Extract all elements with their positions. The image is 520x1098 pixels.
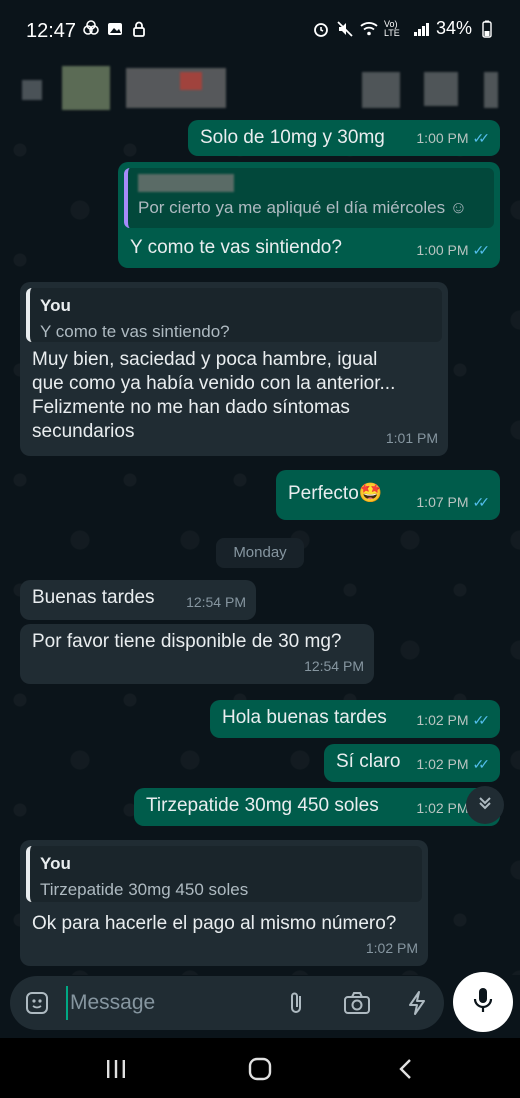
status-time: 12:47 (26, 20, 77, 42)
read-receipt-icon: ✓✓ (472, 494, 491, 510)
read-receipt-icon: ✓✓ (472, 242, 491, 258)
message-bubble-outgoing[interactable]: Tirzepatide 30mg 450 soles 1:02 PM✓✓ (134, 788, 500, 826)
message-time: 12:54 PM (304, 658, 364, 674)
quoted-sender: You (40, 296, 71, 315)
message-time: 1:02 PM (416, 712, 469, 728)
message-bubble-incoming[interactable]: You Y como te vas sintiendo? Muy bien, s… (20, 282, 448, 456)
quoted-text: Y como te vas sintiendo? (40, 322, 230, 341)
battery-icon (478, 20, 496, 38)
obscured-voice-call[interactable] (424, 72, 458, 106)
message-time: 1:07 PM (416, 494, 469, 510)
message-text: Perfecto (288, 483, 359, 504)
star-struck-emoji-icon: 🤩 (358, 483, 383, 504)
lightning-icon[interactable] (402, 988, 432, 1018)
mic-button[interactable] (453, 972, 513, 1032)
system-navigation-bar (0, 1038, 520, 1098)
message-time: 1:02 PM (416, 756, 469, 772)
network-label: Vo) LTE (383, 18, 400, 38)
signal-icon (412, 20, 430, 38)
alarm-icon (312, 20, 330, 38)
message-time: 12:54 PM (186, 594, 246, 610)
quoted-message[interactable]: You Tirzepatide 30mg 450 soles (26, 846, 422, 902)
message-time: 1:02 PM (416, 800, 469, 816)
message-time: 1:00 PM (416, 130, 469, 146)
lock-icon (130, 20, 148, 38)
message-time: 1:01 PM (385, 430, 438, 446)
obscured-back-button[interactable] (22, 80, 42, 100)
message-composer[interactable] (10, 976, 444, 1030)
recent-apps-icon[interactable] (96, 1054, 136, 1084)
message-bubble-incoming[interactable]: Por favor tiene disponible de 30 mg? 12:… (20, 624, 374, 684)
sticker-icon[interactable] (22, 988, 52, 1018)
obscured-contact-name[interactable] (126, 68, 226, 108)
read-receipt-icon: ✓✓ (472, 712, 491, 728)
status-bar: 12:47 Vo) LTE 34% (0, 0, 520, 62)
quoted-message[interactable]: Por cierto ya me apliqué el día miércole… (124, 168, 494, 228)
message-text-line: Muy bien, saciedad y poca hambre, igual (32, 349, 378, 370)
message-time: 1:02 PM (365, 940, 418, 956)
camera-icon[interactable] (342, 988, 372, 1018)
home-icon[interactable] (240, 1054, 280, 1084)
scroll-to-bottom-button[interactable] (466, 786, 504, 824)
message-bubble-outgoing[interactable]: Sí claro 1:02 PM ✓✓ (324, 744, 500, 782)
chat-area[interactable]: Solo de 10mg y 30mg 1:00 PM ✓✓ Por cierto… (0, 120, 520, 975)
message-text: Tirzepatide 30mg 450 soles (146, 795, 379, 816)
mute-icon (336, 20, 354, 38)
gallery-icon (106, 20, 124, 38)
message-text: Buenas tardes (32, 587, 155, 608)
message-text: Ok para hacerle el pago al mismo número? (32, 913, 397, 934)
obscured-video-call[interactable] (362, 72, 400, 108)
message-bubble-outgoing[interactable]: Perfecto🤩 1:07 PM ✓✓ (276, 470, 500, 520)
message-time: 1:00 PM (416, 242, 469, 258)
message-text: Hola buenas tardes (222, 707, 387, 728)
double-chevron-down-icon (476, 794, 494, 817)
obscured-avatar[interactable] (62, 66, 110, 110)
chat-header[interactable] (0, 62, 520, 120)
mic-icon (471, 986, 495, 1019)
obscured-quote-sender (138, 174, 234, 192)
message-bubble-outgoing[interactable]: Por cierto ya me apliqué el día miércole… (118, 162, 500, 268)
message-text-line: secundarios (32, 421, 135, 442)
wifi-icon (360, 20, 378, 38)
message-text-line: que como ya había venido con la anterior… (32, 373, 396, 394)
read-receipt-icon: ✓✓ (472, 130, 491, 146)
back-icon[interactable] (386, 1054, 426, 1084)
message-text: Sí claro (336, 751, 401, 772)
message-bubble-outgoing[interactable]: Hola buenas tardes 1:02 PM ✓✓ (210, 700, 500, 738)
obscured-menu[interactable] (484, 72, 498, 108)
message-bubble-incoming[interactable]: Buenas tardes 12:54 PM (20, 580, 256, 620)
battery-percent: 34% (435, 18, 472, 38)
quoted-text: Por cierto ya me apliqué el día miércole… (138, 198, 468, 217)
read-receipt-icon: ✓✓ (472, 756, 491, 772)
message-bubble-outgoing[interactable]: Solo de 10mg y 30mg 1:00 PM ✓✓ (188, 120, 500, 156)
message-bubble-incoming[interactable]: You Tirzepatide 30mg 450 soles Ok para h… (20, 840, 428, 966)
quoted-text: Tirzepatide 30mg 450 soles (40, 880, 249, 899)
message-text-line: Felizmente no me han dado síntomas (32, 397, 350, 418)
message-input[interactable] (66, 986, 256, 1020)
date-separator: Monday (216, 538, 304, 568)
quoted-message[interactable]: You Y como te vas sintiendo? (26, 288, 442, 342)
paperclip-icon[interactable] (282, 988, 312, 1018)
message-text: Por favor tiene disponible de 30 mg? (32, 631, 342, 652)
quoted-sender: You (40, 854, 71, 873)
message-text: Solo de 10mg y 30mg (200, 127, 385, 148)
sync-icon (82, 20, 100, 38)
